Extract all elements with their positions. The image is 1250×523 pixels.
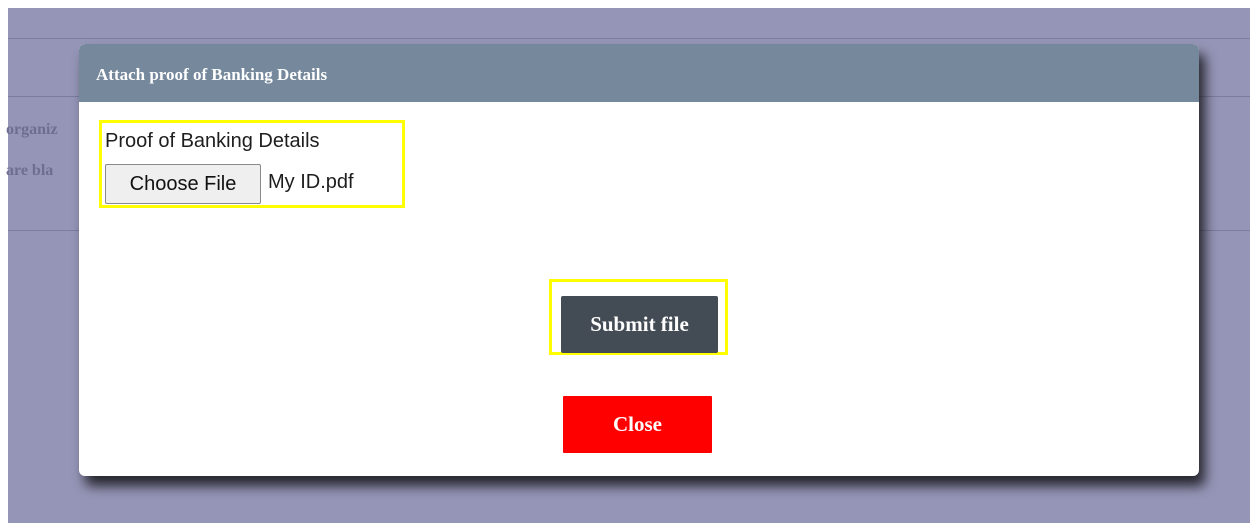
close-button[interactable]: Close — [563, 396, 712, 453]
submit-file-button[interactable]: Submit file — [561, 296, 718, 353]
file-field-label: Proof of Banking Details — [105, 130, 320, 152]
submit-highlight: Submit file — [549, 279, 728, 355]
selected-file-name: My ID.pdf — [268, 171, 354, 193]
background-divider — [8, 38, 1250, 39]
background-text: organiz — [6, 121, 58, 138]
dialog-header: Attach proof of Banking Details — [79, 44, 1199, 102]
dialog-title: Attach proof of Banking Details — [96, 65, 328, 84]
page: organiz are bla Attach proof of Banking … — [0, 0, 1250, 523]
file-upload-highlight: Proof of Banking Details Choose File My … — [99, 120, 405, 208]
background-text: are bla — [6, 162, 54, 179]
attach-proof-dialog: Attach proof of Banking Details Proof of… — [79, 44, 1199, 476]
choose-file-button[interactable]: Choose File — [105, 164, 261, 204]
